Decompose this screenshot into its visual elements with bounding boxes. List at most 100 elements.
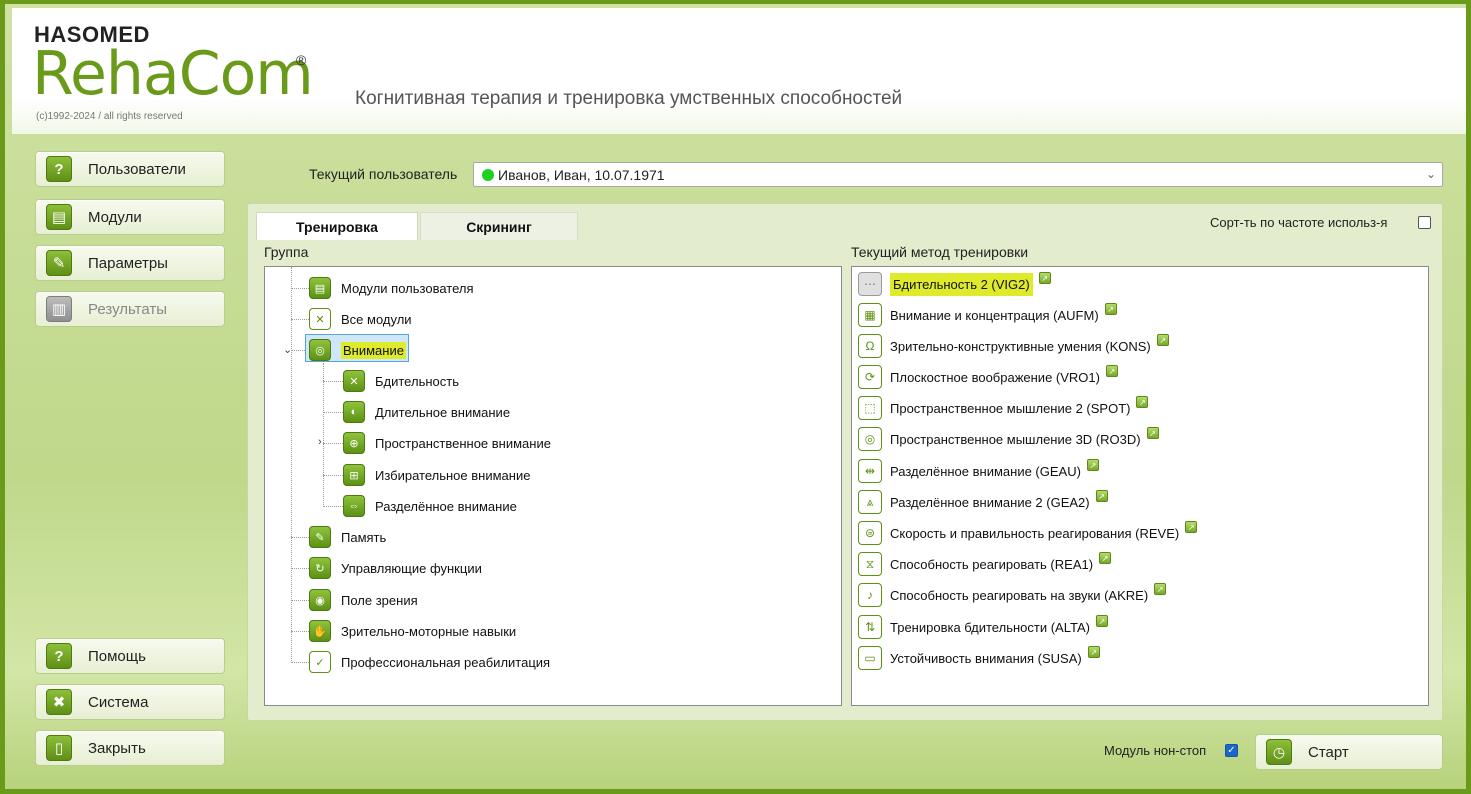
parameters-button[interactable]: ✎ Параметры — [35, 245, 225, 281]
all-modules-icon: ✕ — [309, 308, 331, 330]
external-link-icon[interactable]: ↗ — [1095, 615, 1108, 627]
tree-item-memory[interactable]: ✎ Память — [309, 524, 386, 550]
method-item[interactable]: ⬚ Пространственное мышление 2 (SPOT) ↗ — [858, 394, 1149, 422]
chevron-right-icon[interactable]: › — [318, 436, 322, 448]
modules-button[interactable]: ▤ Модули — [35, 199, 225, 235]
spatial-attention-icon: ⊕ — [343, 432, 365, 454]
nonstop-checkbox[interactable]: ✓ — [1225, 744, 1238, 757]
method-list: ⋯ Бдительность 2 (VIG2) ↗ ▦ Внимание и к… — [851, 266, 1429, 706]
method-label: Разделённое внимание (GEAU) — [890, 463, 1081, 479]
external-link-icon[interactable]: ↗ — [1136, 396, 1149, 408]
help-button[interactable]: ? Помощь — [35, 638, 225, 674]
tree-item-visual-field[interactable]: ◉ Поле зрения — [309, 587, 418, 613]
tree-item-label: Зрительно-моторные навыки — [341, 623, 517, 639]
tree-item-vigilance[interactable]: ✕ Бдительность — [343, 368, 459, 394]
users-label: Пользователи — [88, 160, 186, 178]
current-user-select[interactable]: Иванов, Иван, 10.07.1971 ⌄ — [473, 162, 1443, 187]
method-item[interactable]: ⇹ Разделённое внимание (GEAU) ↗ — [858, 457, 1099, 485]
method-label: Устойчивость внимания (SUSA) — [890, 650, 1082, 666]
user-modules-icon: ▤ — [309, 277, 331, 299]
parameters-label: Параметры — [88, 254, 168, 272]
tree-item-selective-attention[interactable]: ⊞ Избирательное внимание — [343, 462, 530, 488]
divided-attention-icon: ⇔ — [343, 495, 365, 517]
external-link-icon[interactable]: ↗ — [1038, 272, 1051, 284]
external-link-icon[interactable]: ↗ — [1095, 490, 1108, 502]
method-label: Внимание и концентрация (AUFM) — [890, 307, 1099, 323]
tree-line — [323, 475, 343, 476]
method-label: Тренировка бдительности (ALTA) — [890, 619, 1090, 635]
method-item[interactable]: ▭ Устойчивость внимания (SUSA) ↗ — [858, 644, 1100, 672]
tree-item-divided-attention[interactable]: ⇔ Разделённое внимание — [343, 493, 517, 519]
modules-label: Модули — [88, 208, 142, 226]
tree-line — [291, 537, 309, 538]
rotate-icon: ⟳ — [858, 365, 882, 389]
tree-line — [323, 506, 343, 507]
tab-screening[interactable]: Скрининг — [420, 212, 578, 240]
method-item[interactable]: ⩓ Разделённое внимание 2 (GEA2) ↗ — [858, 488, 1108, 516]
user-status-dot — [482, 168, 494, 181]
group-header: Группа — [264, 244, 309, 260]
cube-3d-icon: ◎ — [858, 427, 882, 451]
tree-line — [291, 600, 309, 601]
tree-item-label: Пространственное внимание — [375, 435, 551, 451]
method-item[interactable]: ⊜ Скорость и правильность реагирования (… — [858, 519, 1198, 547]
tree-item-label: Профессиональная реабилитация — [341, 654, 551, 670]
chevron-down-icon[interactable]: ⌄ — [283, 343, 292, 356]
system-button[interactable]: ✖ Система — [35, 684, 225, 720]
tree-item-all-modules[interactable]: ✕ Все модули — [309, 306, 412, 332]
start-button[interactable]: ◷ Старт — [1255, 734, 1443, 770]
tree-item-visuomotor[interactable]: ✋ Зрительно-моторные навыки — [309, 618, 516, 644]
sort-checkbox[interactable] — [1418, 216, 1431, 229]
external-link-icon[interactable]: ↗ — [1105, 365, 1118, 377]
external-link-icon[interactable]: ↗ — [1086, 459, 1099, 471]
tree-line — [291, 288, 309, 289]
registered-mark: ® — [296, 52, 307, 68]
method-item[interactable]: ♪ Способность реагировать на звуки (AKRE… — [858, 581, 1167, 609]
tree-item-executive-functions[interactable]: ↻ Управляющие функции — [309, 555, 482, 581]
method-label: Способность реагировать (REA1) — [890, 556, 1094, 572]
external-link-icon[interactable]: ↗ — [1154, 583, 1167, 595]
method-item[interactable]: ⋯ Бдительность 2 (VIG2) ↗ — [858, 270, 1051, 298]
chevron-down-icon: ⌄ — [1425, 167, 1436, 181]
logo-reha: Reha — [32, 39, 180, 109]
product-logo: RehaCom — [32, 39, 314, 109]
external-link-icon[interactable]: ↗ — [1099, 552, 1112, 564]
sound-reaction-icon: ♪ — [858, 583, 882, 607]
method-item[interactable]: ⧖ Способность реагировать (REA1) ↗ — [858, 550, 1112, 578]
visuomotor-icon: ✋ — [309, 620, 331, 642]
tree-item-label: Длительное внимание — [375, 404, 511, 420]
tree-line — [323, 412, 343, 413]
external-link-icon[interactable]: ↗ — [1087, 646, 1100, 658]
door-icon: ▯ — [46, 735, 72, 761]
vigilance-icon: ✕ — [343, 370, 365, 392]
users-button[interactable]: ? Пользователи — [35, 151, 225, 187]
method-item[interactable]: ⇅ Тренировка бдительности (ALTA) ↗ — [858, 613, 1108, 641]
tree-item-vocational-rehab[interactable]: ✓ Профессиональная реабилитация — [309, 649, 550, 675]
method-item[interactable]: ⟳ Плоскостное воображение (VRO1) ↗ — [858, 363, 1118, 391]
results-button[interactable]: ▥ Результаты — [35, 291, 225, 327]
external-link-icon[interactable]: ↗ — [1104, 303, 1117, 315]
tree-item-label: Модули пользователя — [341, 280, 474, 296]
tree-item-spatial-attention[interactable]: ⊕ Пространственное внимание — [343, 430, 551, 456]
close-button[interactable]: ▯ Закрыть — [35, 730, 225, 766]
external-link-icon[interactable]: ↗ — [1146, 427, 1159, 439]
tree-item-sustained-attention[interactable]: ◐ Длительное внимание — [343, 399, 510, 425]
external-link-icon[interactable]: ↗ — [1185, 521, 1198, 533]
method-item[interactable]: ◎ Пространственное мышление 3D (RO3D) ↗ — [858, 425, 1159, 453]
method-item[interactable]: ▦ Внимание и концентрация (AUFM) ↗ — [858, 301, 1117, 329]
construct-icon: Ω — [858, 334, 882, 358]
results-label: Результаты — [88, 300, 167, 318]
tree-item-label: Внимание — [341, 341, 406, 359]
divided-icon: ⇹ — [858, 459, 882, 483]
tree-item-user-modules[interactable]: ▤ Модули пользователя — [309, 275, 474, 301]
memory-icon: ✎ — [309, 526, 331, 548]
external-link-icon[interactable]: ↗ — [1156, 334, 1169, 346]
tree-item-label: Память — [341, 529, 387, 545]
tab-training[interactable]: Тренировка — [256, 212, 418, 240]
sort-label: Сорт-ть по частоте использ-я — [1210, 215, 1388, 230]
app-subtitle: Когнитивная терапия и тренировка умствен… — [355, 88, 903, 109]
method-item[interactable]: Ω Зрительно-конструктивные умения (KONS)… — [858, 332, 1169, 360]
copyright: (c)1992-2024 / all rights reserved — [36, 111, 183, 122]
tree-item-attention[interactable]: ◎ Внимание — [309, 337, 406, 363]
spatial-icon: ⬚ — [858, 396, 882, 420]
